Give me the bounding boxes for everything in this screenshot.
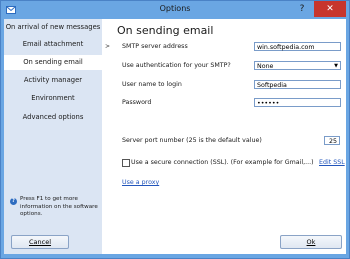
smtp-label: SMTP server address <box>122 43 188 50</box>
help-text: Press F1 to get more information on the … <box>20 196 98 217</box>
sidebar-item-email-attachment[interactable]: Email attachment <box>4 37 102 52</box>
ssl-checkbox[interactable] <box>122 159 130 167</box>
client-area: On arrival of new messages Email attachm… <box>4 19 346 254</box>
smtp-server-input[interactable]: win.softpedia.com <box>254 42 341 51</box>
cancel-button[interactable]: Cancel <box>11 235 69 249</box>
title-bar[interactable]: Options ? ✕ <box>1 1 349 19</box>
port-input[interactable]: 25 <box>324 136 340 145</box>
settings-panel: On sending email > SMTP server address w… <box>102 19 346 254</box>
info-icon: ? <box>10 198 17 205</box>
help-button[interactable]: ? <box>291 1 313 17</box>
ok-button[interactable]: Ok <box>280 235 342 249</box>
options-window: Options ? ✕ On arrival of new messages E… <box>0 0 350 259</box>
sidebar-item-advanced-options[interactable]: Advanced options <box>4 110 102 125</box>
page-title: On sending email <box>117 24 214 37</box>
help-note: ? Press F1 to get more information on th… <box>10 196 100 219</box>
current-row-arrow-icon: > <box>105 43 111 50</box>
chevron-down-icon: ▼ <box>334 63 338 69</box>
sidebar-item-environment[interactable]: Environment <box>4 91 102 106</box>
password-label: Password <box>122 99 152 106</box>
ok-label: Ok <box>306 238 316 246</box>
user-label: User name to login <box>122 81 182 88</box>
sidebar-item-on-sending-email[interactable]: On sending email <box>4 55 102 70</box>
username-input[interactable]: Softpedia <box>254 80 341 89</box>
ssl-label: Use a secure connection (SSL). (For exam… <box>131 159 314 166</box>
sidebar: On arrival of new messages Email attachm… <box>4 19 102 254</box>
auth-label: Use authentication for your SMTP? <box>122 62 231 69</box>
sidebar-item-activity-manager[interactable]: Activity manager <box>4 73 102 88</box>
auth-select[interactable]: None ▼ <box>254 61 341 70</box>
password-input[interactable]: •••••• <box>254 98 341 107</box>
sidebar-item-on-arrival[interactable]: On arrival of new messages <box>4 20 102 35</box>
close-button[interactable]: ✕ <box>314 1 346 17</box>
edit-ssl-link[interactable]: Edit SSL <box>319 159 345 166</box>
port-label: Server port number (25 is the default va… <box>122 137 262 144</box>
cancel-label: Cancel <box>28 238 52 246</box>
use-proxy-link[interactable]: Use a proxy <box>122 179 159 186</box>
auth-value: None <box>257 63 274 70</box>
